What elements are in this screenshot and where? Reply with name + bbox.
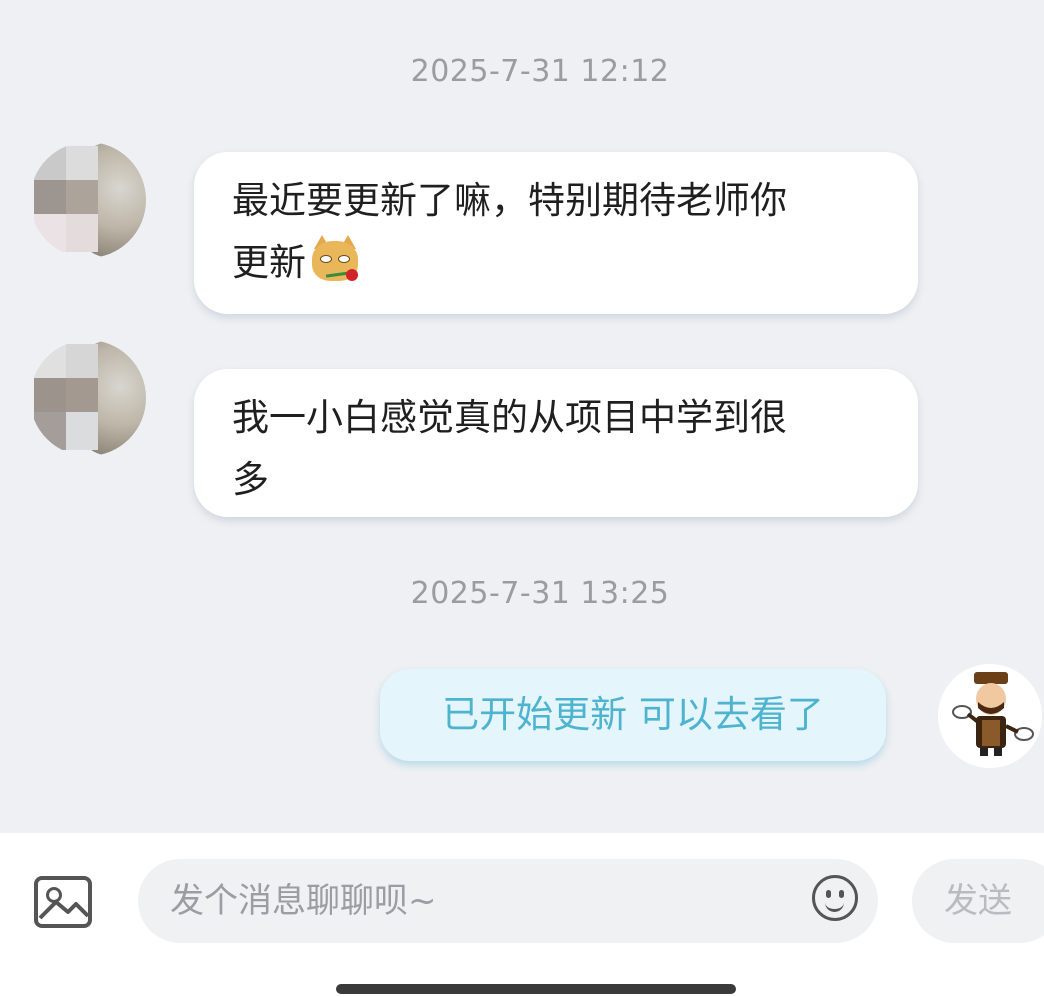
contact-avatar[interactable] xyxy=(30,340,146,456)
message-text: 多 xyxy=(232,458,269,501)
timestamp: 2025-7-31 12:12 xyxy=(410,54,670,89)
timestamp: 2025-7-31 13:25 xyxy=(410,576,670,611)
user-avatar[interactable] xyxy=(938,664,1042,768)
image-icon[interactable] xyxy=(34,876,92,928)
message-bubble[interactable]: 最近要更新了嘛，特别期待老师你 更新 xyxy=(194,152,918,314)
cartoon-avatar-icon xyxy=(938,664,1042,768)
doge-rose-emoji xyxy=(310,235,362,285)
contact-avatar[interactable] xyxy=(30,142,146,258)
emoji-icon[interactable] xyxy=(812,875,858,921)
message-bubble[interactable]: 我一小白感觉真的从项目中学到很 多 xyxy=(194,369,918,517)
message-text: 我一小白感觉真的从项目中学到很 xyxy=(232,396,787,439)
send-button[interactable]: 发送 xyxy=(912,859,1044,943)
home-indicator xyxy=(336,984,736,994)
sent-message-bubble[interactable]: 已开始更新 可以去看了 xyxy=(380,669,886,761)
blurred-avatar-image xyxy=(30,340,146,456)
message-text: 更新 xyxy=(232,241,306,284)
message-input[interactable]: 发个消息聊聊呗~ xyxy=(138,859,878,943)
blurred-avatar-image xyxy=(30,142,146,258)
message-text: 最近要更新了嘛，特别期待老师你 xyxy=(232,179,787,222)
